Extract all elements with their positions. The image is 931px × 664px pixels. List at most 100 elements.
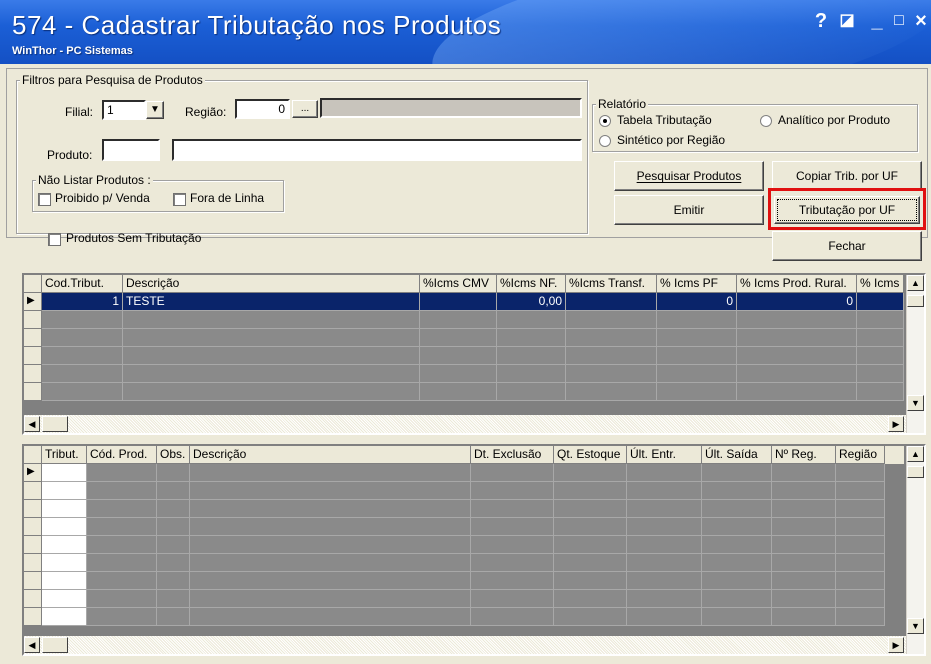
table-cell[interactable]: [471, 518, 554, 536]
radio-tabela-tributacao[interactable]: [599, 115, 611, 127]
row-indicator[interactable]: [24, 572, 42, 590]
maximize-icon[interactable]: □: [890, 10, 908, 32]
table-cell[interactable]: [836, 536, 885, 554]
table-cell[interactable]: [157, 572, 190, 590]
column-header[interactable]: Dt. Exclusão: [471, 446, 554, 464]
table-cell[interactable]: [857, 293, 904, 311]
table-cell[interactable]: [471, 590, 554, 608]
table-cell[interactable]: [554, 608, 627, 626]
table-cell[interactable]: [702, 590, 772, 608]
table-cell[interactable]: [42, 536, 87, 554]
table-cell[interactable]: [42, 482, 87, 500]
table-cell[interactable]: [772, 554, 836, 572]
row-indicator[interactable]: [24, 554, 42, 572]
column-header[interactable]: %Icms NF.: [497, 275, 566, 293]
table-cell[interactable]: [566, 365, 657, 383]
table-cell[interactable]: [554, 536, 627, 554]
table-cell[interactable]: [702, 536, 772, 554]
table-cell[interactable]: [497, 365, 566, 383]
table-cell[interactable]: [471, 572, 554, 590]
table-cell[interactable]: [497, 329, 566, 347]
row-indicator[interactable]: [24, 329, 42, 347]
scroll-up-icon[interactable]: ▲: [907, 275, 924, 291]
row-indicator[interactable]: [24, 500, 42, 518]
table-cell[interactable]: [190, 572, 471, 590]
table-cell[interactable]: [42, 608, 87, 626]
table-cell[interactable]: [42, 518, 87, 536]
table-cell[interactable]: [87, 608, 157, 626]
table-cell[interactable]: TESTE: [123, 293, 420, 311]
table-cell[interactable]: [87, 554, 157, 572]
table-cell[interactable]: [42, 464, 87, 482]
proibido-checkbox[interactable]: [38, 193, 51, 206]
column-header[interactable]: Tribut.: [42, 446, 87, 464]
table-cell[interactable]: [42, 365, 123, 383]
table-cell[interactable]: [157, 500, 190, 518]
table-cell[interactable]: [420, 311, 497, 329]
table-cell[interactable]: [471, 464, 554, 482]
table-cell[interactable]: [627, 482, 702, 500]
table-cell[interactable]: [420, 329, 497, 347]
table-cell[interactable]: [87, 482, 157, 500]
table-cell[interactable]: [702, 608, 772, 626]
table-cell[interactable]: [627, 608, 702, 626]
table-cell[interactable]: [772, 518, 836, 536]
table-cell[interactable]: [42, 572, 87, 590]
column-header[interactable]: Cod.Tribut.: [42, 275, 123, 293]
table-cell[interactable]: [42, 500, 87, 518]
table-cell[interactable]: [190, 482, 471, 500]
copiar-trib-uf-button[interactable]: Copiar Trib. por UF: [772, 161, 922, 191]
regiao-search-button[interactable]: ...: [292, 100, 318, 118]
table-cell[interactable]: [836, 608, 885, 626]
table-cell[interactable]: [737, 347, 857, 365]
column-header[interactable]: % Icms Prod. Rural.: [737, 275, 857, 293]
scroll-hthumb[interactable]: [42, 637, 68, 653]
column-header[interactable]: Nº Reg.: [772, 446, 836, 464]
table-cell[interactable]: [87, 590, 157, 608]
column-header[interactable]: Descrição: [190, 446, 471, 464]
table-cell[interactable]: [857, 311, 904, 329]
regiao-input[interactable]: 0: [235, 99, 290, 119]
table-cell[interactable]: [123, 365, 420, 383]
table-cell[interactable]: [737, 365, 857, 383]
radio-analitico-produto[interactable]: [760, 115, 772, 127]
table-cell[interactable]: [87, 572, 157, 590]
row-indicator[interactable]: ▶: [24, 464, 42, 482]
row-indicator[interactable]: [24, 347, 42, 365]
table-cell[interactable]: [702, 554, 772, 572]
table-cell[interactable]: [42, 554, 87, 572]
tributacao-por-uf-button[interactable]: Tributação por UF: [774, 196, 920, 224]
table-cell[interactable]: [497, 311, 566, 329]
row-indicator[interactable]: [24, 518, 42, 536]
table-cell[interactable]: [657, 329, 737, 347]
scroll-thumb[interactable]: [907, 295, 924, 307]
table-cell[interactable]: [702, 500, 772, 518]
pesquisar-produtos-button[interactable]: Pesquisar Produtos: [614, 161, 764, 191]
close-icon[interactable]: ×: [912, 10, 930, 32]
table-cell[interactable]: [657, 383, 737, 401]
table-cell[interactable]: [772, 608, 836, 626]
sem-tributacao-checkbox[interactable]: [48, 233, 61, 246]
row-indicator[interactable]: [24, 608, 42, 626]
table-cell[interactable]: [157, 482, 190, 500]
grid1-vscroll[interactable]: ▲ ▼: [906, 275, 924, 433]
row-indicator[interactable]: [24, 536, 42, 554]
table-cell[interactable]: [566, 329, 657, 347]
table-cell[interactable]: [42, 311, 123, 329]
table-cell[interactable]: [857, 383, 904, 401]
table-cell[interactable]: [554, 572, 627, 590]
row-indicator[interactable]: ▶: [24, 293, 42, 311]
column-header[interactable]: Últ. Entr.: [627, 446, 702, 464]
table-cell[interactable]: [190, 464, 471, 482]
scroll-down-icon[interactable]: ▼: [907, 395, 924, 411]
table-cell[interactable]: [420, 383, 497, 401]
table-cell[interactable]: [497, 383, 566, 401]
table-cell[interactable]: [737, 329, 857, 347]
table-cell[interactable]: 0: [657, 293, 737, 311]
table-cell[interactable]: [420, 365, 497, 383]
help-icon[interactable]: ?: [812, 10, 830, 32]
table-cell[interactable]: [123, 311, 420, 329]
table-cell[interactable]: [157, 464, 190, 482]
column-header[interactable]: %Icms CMV: [420, 275, 497, 293]
row-indicator[interactable]: [24, 365, 42, 383]
